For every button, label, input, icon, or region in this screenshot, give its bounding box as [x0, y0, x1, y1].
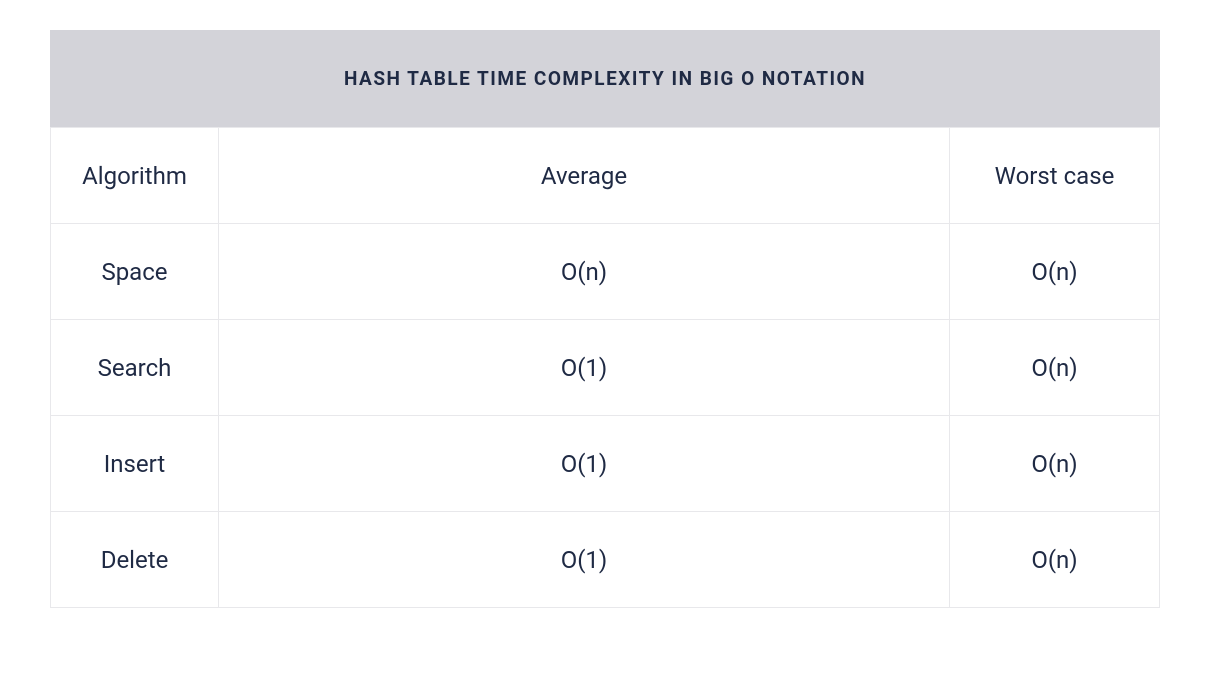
cell-worst: O(n): [950, 512, 1160, 608]
table-row: Space O(n) O(n): [51, 224, 1160, 320]
header-average: Average: [219, 128, 950, 224]
table-row: Search O(1) O(n): [51, 320, 1160, 416]
cell-worst: O(n): [950, 416, 1160, 512]
complexity-table: HASH TABLE TIME COMPLEXITY IN BIG O NOTA…: [50, 30, 1160, 608]
cell-algorithm: Search: [51, 320, 219, 416]
cell-average: O(1): [219, 416, 950, 512]
cell-worst: O(n): [950, 320, 1160, 416]
cell-algorithm: Insert: [51, 416, 219, 512]
header-algorithm: Algorithm: [51, 128, 219, 224]
cell-worst: O(n): [950, 224, 1160, 320]
table-row: Delete O(1) O(n): [51, 512, 1160, 608]
cell-algorithm: Space: [51, 224, 219, 320]
table-row: Insert O(1) O(n): [51, 416, 1160, 512]
table-caption: HASH TABLE TIME COMPLEXITY IN BIG O NOTA…: [50, 30, 1160, 127]
cell-average: O(1): [219, 320, 950, 416]
table-header-row: Algorithm Average Worst case: [51, 128, 1160, 224]
complexity-table-container: HASH TABLE TIME COMPLEXITY IN BIG O NOTA…: [50, 30, 1160, 608]
cell-average: O(1): [219, 512, 950, 608]
cell-average: O(n): [219, 224, 950, 320]
header-worst-case: Worst case: [950, 128, 1160, 224]
cell-algorithm: Delete: [51, 512, 219, 608]
